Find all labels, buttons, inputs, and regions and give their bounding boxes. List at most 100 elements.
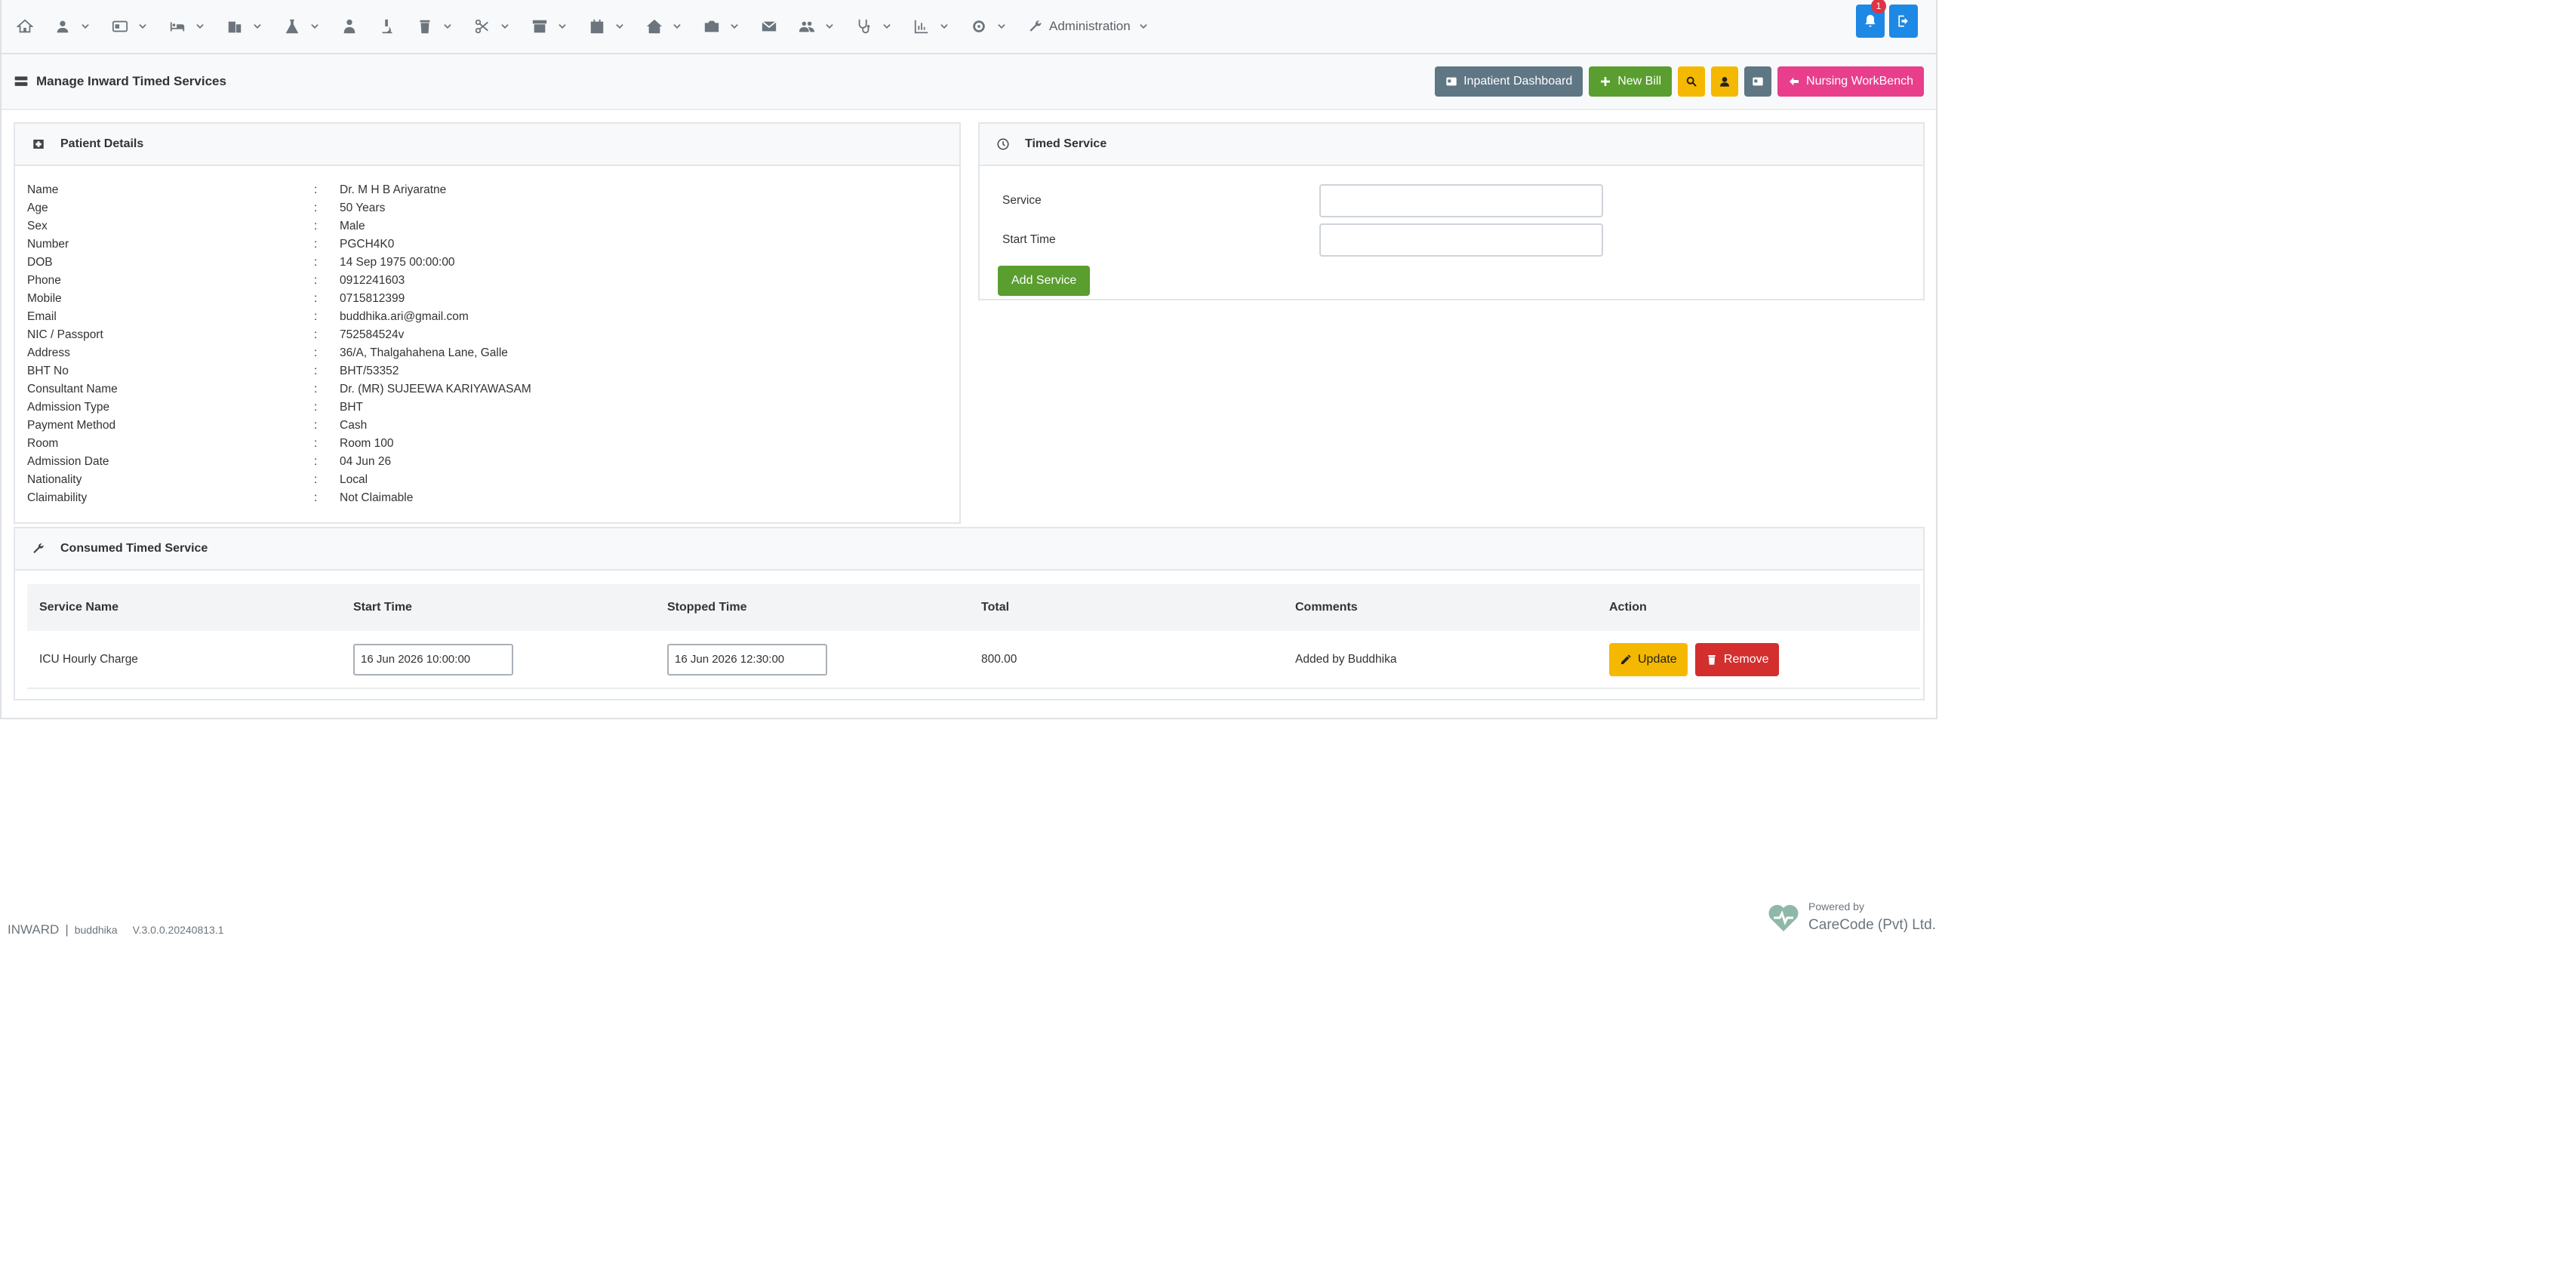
detail-separator: : (314, 328, 318, 341)
detail-separator: : (314, 365, 318, 377)
bell-icon (1865, 14, 1876, 27)
chevron-down-icon (940, 24, 948, 29)
nursing-workbench-label: Nursing WorkBench (1806, 75, 1913, 88)
page-header: Manage Inward Timed Services Inpatient D… (2, 54, 1936, 110)
detail-label: BHT No (27, 365, 69, 377)
chevron-down-icon (616, 24, 623, 29)
footer-branding-text: Powered by CareCode (Pvt) Ltd. (1808, 900, 1936, 934)
nav-lab[interactable] (284, 0, 320, 54)
nav-clinical[interactable] (856, 0, 892, 54)
microscope-icon (382, 19, 392, 34)
add-service-button[interactable]: Add Service (998, 266, 1091, 296)
nav-inward[interactable] (169, 0, 205, 54)
users-icon (799, 21, 815, 32)
consumed-service-card: Consumed Timed Service Service Name Star… (14, 527, 1925, 700)
inpatient-dashboard-button[interactable]: Inpatient Dashboard (1435, 66, 1583, 97)
nav-opd[interactable] (112, 0, 148, 54)
detail-row: Admission Type: BHT (27, 399, 959, 417)
chevron-down-icon (673, 24, 681, 29)
nav-procedures[interactable] (474, 0, 510, 54)
nav-home[interactable] (17, 0, 33, 54)
detail-value: Not Claimable (340, 491, 414, 504)
patient-card-button[interactable] (1744, 66, 1772, 97)
patient-details-list: Name: Dr. M H B Ariyaratne Age: 50 Years Sex… (15, 166, 959, 507)
arrow-left-icon (1790, 77, 1799, 86)
chevron-down-icon (883, 24, 891, 29)
nav-theatre[interactable] (226, 0, 263, 54)
camera-icon (704, 20, 719, 32)
stopped-time-field[interactable]: 16 Jun 2026 12:30:00 (667, 643, 827, 676)
update-label: Update (1638, 652, 1677, 666)
new-bill-button[interactable]: New Bill (1589, 66, 1673, 97)
logout-button[interactable] (1889, 5, 1918, 38)
detail-value: 14 Sep 1975 00:00:00 (340, 256, 455, 269)
start-time-row: Start Time (980, 220, 1923, 260)
detail-label: Mobile (27, 292, 62, 305)
patient-profile-button[interactable] (1711, 66, 1739, 97)
nav-settings[interactable] (971, 0, 1007, 54)
list-icon (14, 76, 28, 86)
chevron-down-icon (731, 24, 738, 29)
nav-radiology[interactable] (703, 0, 740, 54)
search-button[interactable] (1678, 66, 1706, 97)
start-time-input[interactable] (1319, 223, 1603, 257)
detail-value: Room 100 (340, 437, 394, 450)
chevron-down-icon (501, 24, 509, 29)
notifications-button[interactable]: 1 (1856, 0, 1886, 38)
detail-separator: : (314, 491, 318, 504)
chevron-down-icon (254, 24, 261, 29)
start-time-field[interactable]: 16 Jun 2026 10:00:00 (353, 643, 513, 676)
chevron-down-icon (139, 24, 146, 29)
detail-row: Address: 36/A, Thalgahahena Lane, Galle (27, 344, 959, 362)
nav-hr[interactable] (799, 0, 835, 54)
nav-clinic[interactable] (646, 0, 682, 54)
nav-appointments[interactable] (589, 0, 625, 54)
detail-label: Consultant Name (27, 383, 118, 395)
nav-messages[interactable] (761, 0, 777, 54)
nav-doctor[interactable] (341, 0, 358, 54)
detail-row: Name: Dr. M H B Ariyaratne (27, 181, 959, 199)
remove-label: Remove (1723, 652, 1769, 666)
detail-row: Email: buddhika.ari@gmail.com (27, 308, 959, 326)
detail-separator: : (314, 238, 318, 251)
nav-store[interactable] (531, 0, 568, 54)
detail-row: Mobile: 0715812399 (27, 290, 959, 308)
page-title: Manage Inward Timed Services (14, 74, 226, 89)
header-actions: Inpatient Dashboard New Bill Nursing Wor… (1435, 66, 1924, 97)
wrench-icon (33, 543, 44, 553)
company-name: CareCode (Pvt) Ltd. (1808, 917, 1936, 933)
detail-label: Admission Date (27, 455, 109, 468)
detail-row: Age: 50 Years (27, 199, 959, 217)
chevron-down-icon (826, 24, 833, 29)
detail-row: Payment Method: Cash (27, 417, 959, 435)
navbar-right-actions: 1 (1856, 0, 1918, 38)
detail-row: Sex: Male (27, 217, 959, 235)
detail-value: buddhika.ari@gmail.com (340, 310, 469, 323)
detail-row: Room: Room 100 (27, 435, 959, 453)
service-row: Service (980, 181, 1923, 220)
nav-patient[interactable] (54, 0, 91, 54)
top-navbar: Administration 1 (2, 0, 1936, 54)
nav-pathology[interactable] (379, 0, 395, 54)
inpatient-dashboard-label: Inpatient Dashboard (1463, 75, 1573, 88)
col-action: Action (1597, 584, 1920, 631)
doctor-icon (343, 19, 355, 34)
nav-pharmacy[interactable] (417, 0, 453, 54)
remove-button[interactable]: Remove (1694, 642, 1780, 676)
col-service-name: Service Name (27, 584, 341, 631)
service-label: Service (1002, 194, 1042, 207)
service-input[interactable] (1319, 184, 1603, 217)
detail-label: Claimability (27, 491, 88, 504)
start-time-label: Start Time (1002, 233, 1056, 246)
detail-label: Phone (27, 274, 61, 287)
chart-icon (914, 20, 928, 34)
nav-reports[interactable] (913, 0, 949, 54)
nav-administration[interactable]: Administration (1028, 19, 1149, 34)
consumed-service-title: Consumed Timed Service (60, 542, 208, 555)
update-button[interactable]: Update (1609, 642, 1688, 676)
timed-service-header: Timed Service (980, 124, 1923, 166)
detail-row: Admission Date: 04 Jun 26 (27, 453, 959, 471)
consumed-service-table: Service Name Start Time Stopped Time Tot… (27, 584, 1920, 689)
nursing-workbench-button[interactable]: Nursing WorkBench (1777, 66, 1924, 97)
detail-separator: : (314, 473, 318, 486)
